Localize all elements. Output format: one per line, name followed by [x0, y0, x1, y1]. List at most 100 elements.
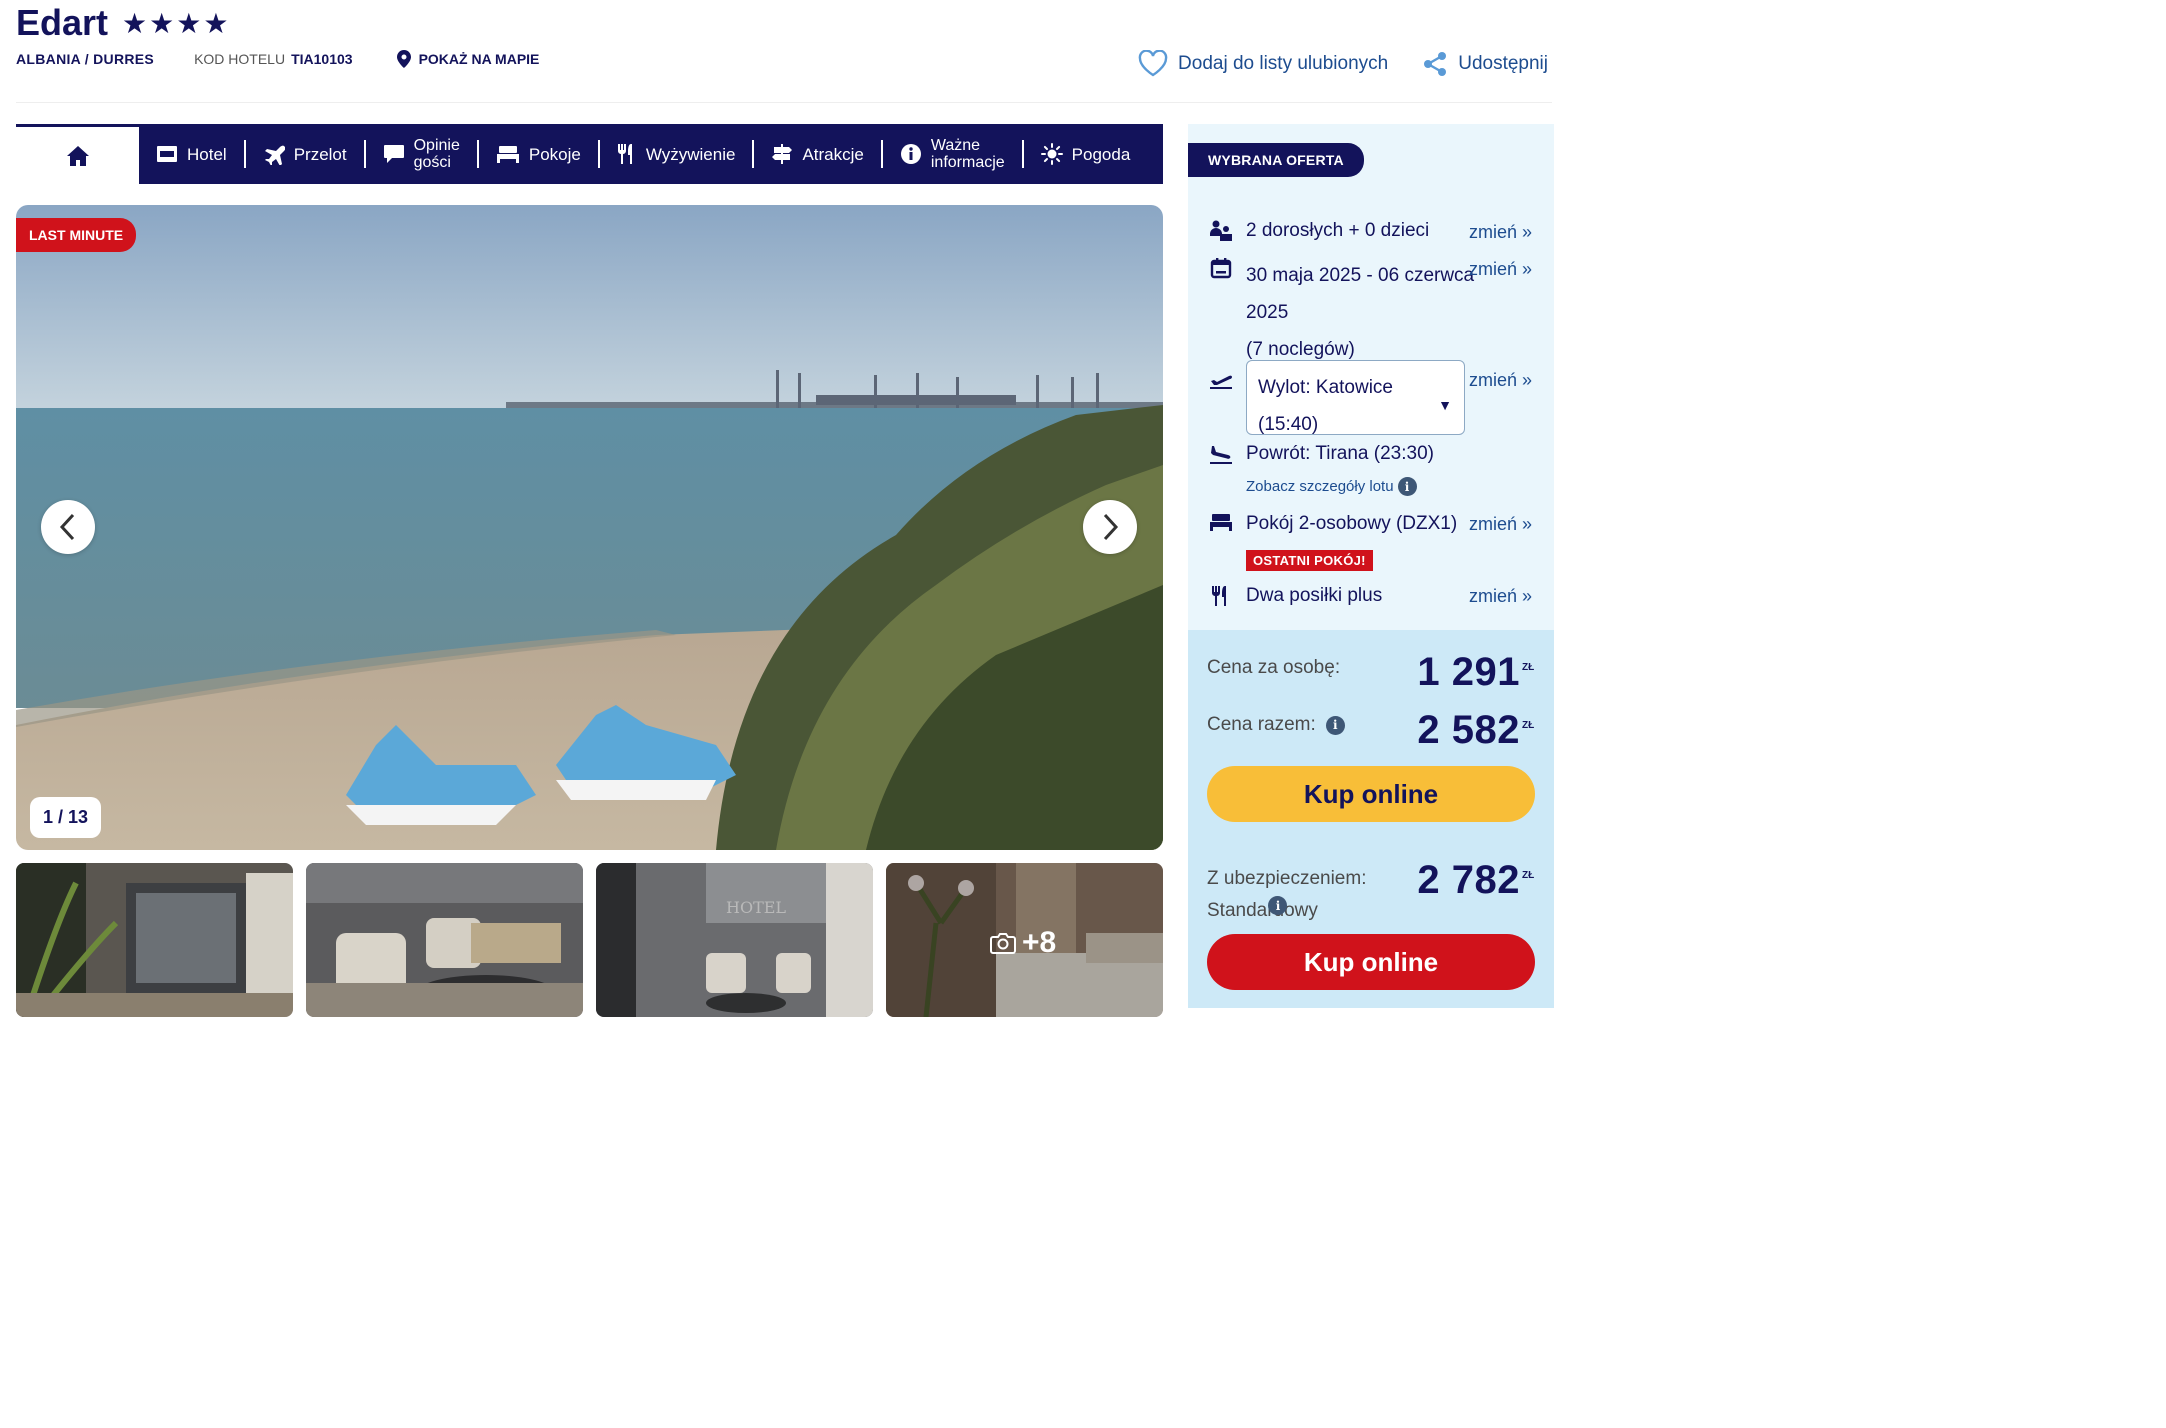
tab-important-line1: Ważne — [930, 137, 981, 154]
tab-board[interactable]: Wyżywienie — [600, 140, 755, 168]
map-pin-icon — [396, 50, 411, 68]
tab-important-line2: informacje — [930, 154, 1005, 171]
flight-details-label: Zobacz szczegóły lotu — [1246, 478, 1394, 495]
buy-insured-online-button[interactable]: Kup online — [1207, 934, 1535, 990]
gallery-counter: 1 / 13 — [30, 797, 102, 838]
tab-attractions-label: Atrakcje — [802, 144, 864, 164]
thumbnail-photo: HOTEL — [596, 863, 873, 1017]
tab-hotel-label: Hotel — [187, 144, 227, 164]
hotel-code: TIA10103 — [291, 51, 353, 67]
dates-line1: 30 maja 2025 - 06 czerwca — [1246, 265, 1475, 286]
main-photo[interactable] — [16, 205, 1163, 850]
tab-flight-label: Przelot — [293, 144, 347, 164]
chevron-left-icon — [59, 513, 75, 541]
room-row: Pokój 2-osobowy (DZX1) — [1208, 513, 1457, 535]
tab-important-info-label: Ważne informacje — [931, 137, 1005, 171]
share-icon — [1424, 51, 1447, 76]
guests-row: 2 dorosłych + 0 dzieci — [1208, 220, 1429, 242]
price-insured-total: 2 782 — [1417, 858, 1520, 902]
dates-line2: 2025 — [1246, 302, 1289, 323]
selected-offer-tag: WYBRANA OFERTA — [1188, 143, 1364, 177]
change-board-link[interactable]: zmień » — [1469, 586, 1532, 607]
tab-hotel[interactable]: Hotel — [139, 140, 246, 168]
tab-rooms[interactable]: Pokoje — [479, 140, 600, 168]
info-icon: i — [1397, 477, 1417, 496]
tab-rooms-label: Pokoje — [528, 144, 581, 164]
show-map-link[interactable]: POKAŻ NA MAPIE — [396, 50, 540, 68]
tab-important-info[interactable]: Ważne informacje — [883, 137, 1024, 171]
insurance-label: Z ubezpieczeniem: Standardowy i — [1207, 863, 1366, 927]
signpost-icon — [772, 144, 793, 164]
departure-row — [1208, 370, 1246, 390]
hotel-tabs: Hotel Przelot Opinie gości Pokoje Wyżywie… — [16, 124, 1163, 184]
flight-details-link[interactable]: Zobacz szczegóły lotu i — [1246, 477, 1417, 496]
people-icon — [1210, 220, 1232, 241]
hotel-location[interactable]: ALBANIA / DURRES — [16, 51, 154, 67]
comment-icon — [383, 145, 404, 163]
insurance-line1: Z ubezpieczeniem: — [1207, 868, 1367, 889]
share-button[interactable]: Udostępnij — [1422, 50, 1548, 77]
tab-home[interactable] — [16, 124, 139, 184]
last-room-badge: OSTATNI POKÓJ! — [1246, 550, 1373, 571]
bed-icon — [496, 146, 519, 163]
home-icon — [66, 145, 89, 166]
hotel-title: Edart ★★★★ — [16, 2, 230, 44]
thumbnail-lobby-entrance[interactable] — [16, 863, 293, 1017]
calendar-icon — [1210, 258, 1232, 279]
tab-board-label: Wyżywienie — [645, 144, 736, 164]
buy-online-button[interactable]: Kup online — [1207, 766, 1535, 822]
currency-label: ZŁ — [1522, 720, 1535, 731]
change-guests-link[interactable]: zmień » — [1469, 222, 1532, 243]
departure-city: Wylot: Katowice — [1258, 377, 1393, 398]
more-photos[interactable]: +8 — [990, 926, 1056, 960]
camera-icon — [990, 933, 1016, 954]
thumbnail-lobby-armchairs[interactable] — [306, 863, 583, 1017]
gallery-prev-button[interactable] — [41, 500, 95, 554]
room-value: Pokój 2-osobowy (DZX1) — [1246, 513, 1458, 534]
dates-row: 30 maja 2025 - 06 czerwca 2025 (7 noclegów… — [1208, 257, 1474, 368]
thumbnail-photo — [16, 863, 293, 1017]
thumbnail-lobby-reception[interactable]: HOTEL — [596, 863, 873, 1017]
info-icon[interactable]: i — [1325, 715, 1345, 735]
board-value: Dwa posiłki plus — [1246, 585, 1383, 606]
bed-icon — [1210, 514, 1232, 531]
price-total-label: Cena razem: i — [1207, 714, 1345, 736]
change-room-link[interactable]: zmień » — [1469, 514, 1532, 535]
tab-attractions[interactable]: Atrakcje — [754, 140, 883, 168]
change-dates-link[interactable]: zmień » — [1469, 259, 1532, 280]
tab-reviews-label: Opinie gości — [414, 137, 460, 171]
departure-select[interactable]: Wylot: Katowice (15:40) ▼ — [1246, 360, 1465, 435]
caret-down-icon: ▼ — [1438, 397, 1452, 413]
price-per-person-text: Cena za osobę: — [1207, 657, 1341, 678]
last-minute-badge: LAST MINUTE — [16, 218, 137, 252]
change-departure-link[interactable]: zmień » — [1469, 370, 1532, 391]
insurance-text: Z ubezpieczeniem: Standardowy — [1207, 863, 1366, 927]
thumbnail-photo — [306, 863, 583, 1017]
tab-reviews-line2: gości — [413, 154, 451, 171]
divider — [16, 102, 1552, 103]
return-row: Powrót: Tirana (23:30) — [1208, 443, 1434, 465]
tab-reviews-line1: Opinie — [413, 137, 460, 154]
gallery-next-button[interactable] — [1083, 500, 1137, 554]
info-icon — [900, 144, 921, 164]
star-rating: ★★★★ — [122, 7, 231, 39]
price-per-person-label: Cena za osobę: — [1207, 657, 1340, 679]
dates-value: 30 maja 2025 - 06 czerwca 2025 (7 noclegów… — [1246, 257, 1474, 368]
return-value: Powrót: Tirana (23:30) — [1246, 443, 1434, 464]
price-total-text: Cena razem: — [1207, 714, 1316, 735]
tab-flight[interactable]: Przelot — [246, 140, 366, 168]
hotel-name: Edart — [16, 2, 109, 43]
board-row: Dwa posiłki plus — [1208, 585, 1382, 607]
favorite-button[interactable]: Dodaj do listy ulubionych — [1138, 50, 1388, 77]
cutlery-icon — [617, 144, 632, 164]
hotel-icon — [157, 146, 177, 162]
tab-reviews[interactable]: Opinie gości — [366, 137, 479, 171]
svg-text:HOTEL: HOTEL — [726, 898, 786, 917]
tab-weather-label: Pogoda — [1071, 144, 1131, 164]
top-actions: Dodaj do listy ulubionych Udostępnij — [1138, 50, 1548, 77]
show-map-label: POKAŻ NA MAPIE — [418, 51, 540, 67]
sun-icon — [1040, 143, 1063, 165]
plane-arrival-icon — [1210, 446, 1232, 464]
currency-label: ZŁ — [1522, 870, 1535, 881]
tab-weather[interactable]: Pogoda — [1024, 140, 1148, 168]
